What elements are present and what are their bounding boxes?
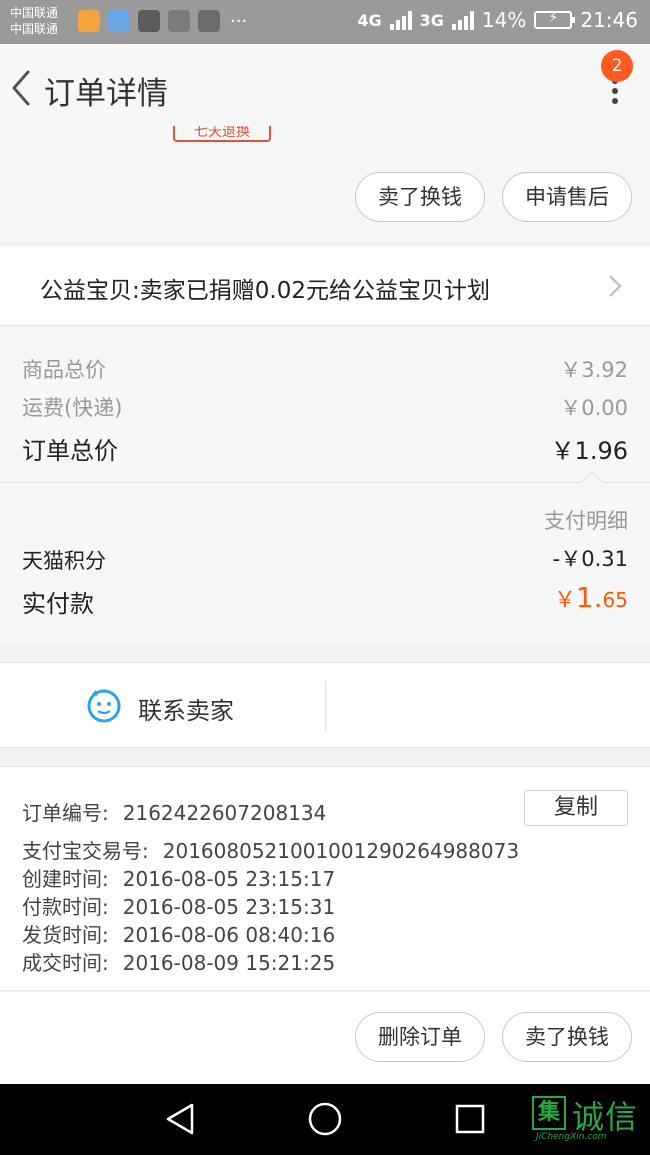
order-detail-screen: 中国联通 中国联通 ··· 4G 3G 14% ⚡ 21:46 订单详情 2 七… bbox=[0, 0, 650, 1155]
expand-notch bbox=[580, 471, 604, 483]
order-total-value: ￥1.96 bbox=[550, 437, 628, 465]
paid-amount-value: ￥1.65 bbox=[554, 581, 628, 614]
order-number-value: 2162422607208134 bbox=[122, 801, 327, 825]
shipped-time-row: 发货时间: 2016-08-06 08:40:16 bbox=[22, 919, 335, 948]
more-notifications: ··· bbox=[230, 10, 248, 32]
page-title: 订单详情 bbox=[44, 76, 168, 112]
health-app-icon bbox=[108, 10, 130, 32]
price-summary: 商品总价 ￥3.92 运费(快递) ￥0.00 订单总价 ￥1.96 bbox=[0, 327, 650, 483]
battery-icon: ⚡ bbox=[534, 10, 576, 29]
created-time-value: 2016-08-05 23:15:17 bbox=[122, 867, 336, 891]
created-time-label: 创建时间: bbox=[22, 867, 109, 891]
sell-for-cash-button-bottom[interactable]: 卖了换钱 bbox=[502, 1012, 632, 1062]
notification-icons: ··· bbox=[78, 10, 247, 32]
paid-integer: 1. bbox=[575, 581, 603, 614]
paid-currency: ￥ bbox=[553, 588, 576, 613]
tmall-points-value: -￥0.31 bbox=[552, 547, 628, 571]
contact-avatar-icon bbox=[138, 10, 160, 32]
status-bar: 中国联通 中国联通 ··· 4G 3G 14% ⚡ 21:46 bbox=[0, 0, 650, 44]
battery-percent: 14% bbox=[481, 8, 527, 32]
contact-avatar-icon bbox=[168, 10, 190, 32]
uc-browser-icon bbox=[78, 10, 100, 32]
goods-total-label: 商品总价 bbox=[22, 358, 106, 382]
nav-home-icon[interactable] bbox=[308, 1102, 342, 1136]
signal-icon bbox=[451, 10, 474, 30]
order-info: 订单编号: 2162422607208134 复制 支付宝交易号: 20160805… bbox=[0, 766, 650, 991]
contact-avatar-icon bbox=[198, 10, 220, 32]
watermark-logo: 集 bbox=[532, 1096, 566, 1130]
system-nav-bar: 集 诚信 JiChengXin.com bbox=[0, 1084, 650, 1155]
nav-back-icon[interactable] bbox=[164, 1102, 196, 1136]
contact-seller-bar: 联系卖家 bbox=[0, 662, 650, 748]
carrier-2: 中国联通 bbox=[10, 22, 59, 36]
status-indicators: 4G 3G 14% ⚡ 21:46 bbox=[357, 8, 638, 32]
completed-time-row: 成交时间: 2016-08-09 15:21:25 bbox=[22, 947, 335, 976]
charity-text: 公益宝贝:卖家已捐赠0.02元给公益宝贝计划 bbox=[40, 278, 490, 304]
app-header: 订单详情 2 bbox=[0, 44, 650, 132]
paid-time-label: 付款时间: bbox=[22, 895, 109, 919]
watermark-url: JiChengXin.com bbox=[536, 1132, 607, 1142]
alipay-trade-row: 支付宝交易号: 2016080521001001290264988073 bbox=[22, 835, 519, 864]
notification-badge[interactable]: 2 bbox=[601, 50, 633, 82]
alipay-trade-value: 2016080521001001290264988073 bbox=[162, 839, 520, 863]
order-number-label: 订单编号: bbox=[22, 801, 109, 825]
signal-icon bbox=[389, 10, 412, 30]
network-type-1: 4G bbox=[357, 10, 382, 30]
paid-decimal: 65 bbox=[602, 588, 628, 612]
payment-details: 支付明细 天猫积分 -￥0.31 实付款 ￥1.65 bbox=[0, 483, 650, 645]
shipping-value: ￥0.00 bbox=[560, 396, 628, 420]
charity-row[interactable]: 公益宝贝:卖家已捐赠0.02元给公益宝贝计划 bbox=[0, 246, 650, 326]
back-arrow-icon[interactable] bbox=[8, 68, 36, 108]
shipping-label: 运费(快递) bbox=[22, 396, 123, 420]
order-actions: 删除订单 卖了换钱 bbox=[0, 992, 650, 1084]
created-time-row: 创建时间: 2016-08-05 23:15:17 bbox=[22, 863, 335, 892]
order-total-label: 订单总价 bbox=[22, 437, 118, 465]
payment-detail-link[interactable]: 支付明细 bbox=[544, 505, 628, 535]
nav-recent-apps-icon[interactable] bbox=[454, 1103, 486, 1135]
shipped-time-value: 2016-08-06 08:40:16 bbox=[122, 923, 336, 947]
chat-smile-icon[interactable] bbox=[86, 687, 122, 723]
chevron-right-icon bbox=[609, 275, 622, 297]
alipay-trade-label: 支付宝交易号: bbox=[22, 839, 149, 863]
shipped-time-label: 发货时间: bbox=[22, 923, 109, 947]
product-actions: 七天退换 卖了换钱 申请售后 bbox=[0, 126, 650, 242]
completed-time-label: 成交时间: bbox=[22, 951, 109, 975]
network-type-2: 3G bbox=[419, 10, 444, 30]
paid-time-row: 付款时间: 2016-08-05 23:15:31 bbox=[22, 891, 335, 920]
tmall-points-label: 天猫积分 bbox=[22, 549, 106, 573]
copy-button[interactable]: 复制 bbox=[524, 790, 628, 826]
delete-order-button[interactable]: 删除订单 bbox=[355, 1012, 485, 1062]
paid-time-value: 2016-08-05 23:15:31 bbox=[122, 895, 336, 919]
carrier-1: 中国联通 bbox=[10, 6, 59, 20]
goods-total-value: ￥3.92 bbox=[560, 358, 628, 382]
contact-seller-button[interactable]: 联系卖家 bbox=[138, 691, 234, 726]
completed-time-value: 2016-08-09 15:21:25 bbox=[122, 951, 336, 975]
apply-after-sale-button[interactable]: 申请售后 bbox=[502, 172, 632, 222]
order-number-row: 订单编号: 2162422607208134 bbox=[22, 797, 326, 826]
paid-amount-label: 实付款 bbox=[22, 590, 94, 618]
clock: 21:46 bbox=[580, 8, 638, 32]
divider bbox=[325, 681, 326, 731]
watermark: 集 诚信 JiChengXin.com bbox=[532, 1092, 646, 1144]
carrier-labels: 中国联通 中国联通 bbox=[10, 5, 58, 37]
sell-for-cash-button[interactable]: 卖了换钱 bbox=[355, 172, 485, 222]
seven-day-return-tag: 七天退换 bbox=[173, 126, 271, 142]
